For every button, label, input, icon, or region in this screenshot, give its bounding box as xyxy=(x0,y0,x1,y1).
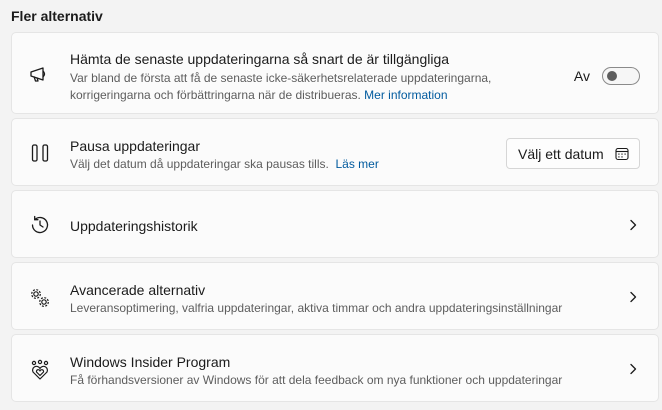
toggle-state-label: Av xyxy=(573,68,590,84)
chevron-right-icon xyxy=(630,291,637,303)
chevron-right-icon xyxy=(630,363,637,375)
windows-insider-card[interactable]: Windows Insider Program Få förhandsversi… xyxy=(11,334,659,402)
update-history-title: Uppdateringshistorik xyxy=(70,218,198,234)
pause-updates-title: Pausa uppdateringar xyxy=(70,138,200,154)
more-info-link[interactable]: Mer information xyxy=(364,88,447,102)
read-more-link[interactable]: Läs mer xyxy=(336,157,379,171)
choose-date-button[interactable]: Välj ett datum xyxy=(506,138,640,169)
advanced-options-title: Avancerade alternativ xyxy=(70,282,206,298)
latest-updates-desc: Var bland de första att få de senaste ic… xyxy=(70,70,528,104)
latest-updates-toggle[interactable] xyxy=(602,67,640,85)
latest-updates-title: Hämta de senaste uppdateringarna så snar… xyxy=(70,51,450,67)
section-title: Fler alternativ xyxy=(11,8,103,24)
pause-icon xyxy=(28,141,52,165)
latest-updates-text: Hämta de senaste uppdateringarna så snar… xyxy=(70,50,528,104)
advanced-options-text: Avancerade alternativ Leveransoptimering… xyxy=(70,281,618,317)
windows-insider-text: Windows Insider Program Få förhandsversi… xyxy=(70,353,618,389)
megaphone-icon xyxy=(28,63,52,87)
chevron-right-icon xyxy=(630,219,637,231)
pause-updates-card: Pausa uppdateringar Välj det datum då up… xyxy=(11,118,659,186)
choose-date-label: Välj ett datum xyxy=(518,145,604,162)
windows-insider-title: Windows Insider Program xyxy=(70,354,231,370)
calendar-icon xyxy=(615,147,629,160)
advanced-options-desc: Leveransoptimering, valfria uppdateringa… xyxy=(70,301,563,315)
latest-updates-card: Hämta de senaste uppdateringarna så snar… xyxy=(11,32,659,114)
update-history-text: Uppdateringshistorik xyxy=(70,217,478,235)
advanced-options-card[interactable]: Avancerade alternativ Leveransoptimering… xyxy=(11,262,659,330)
windows-insider-desc: Få förhandsversioner av Windows för att … xyxy=(70,373,563,387)
gears-icon xyxy=(28,286,52,310)
latest-updates-toggle-wrap: Av xyxy=(574,67,640,85)
pause-updates-text: Pausa uppdateringar Välj det datum då up… xyxy=(70,137,478,173)
insider-hearts-icon xyxy=(28,358,52,382)
history-icon xyxy=(28,213,52,237)
update-history-card[interactable]: Uppdateringshistorik xyxy=(11,190,659,258)
toggle-knob xyxy=(607,71,617,81)
pause-updates-desc-text: Välj det datum då uppdateringar ska paus… xyxy=(70,157,329,171)
pause-updates-desc: Välj det datum då uppdateringar ska paus… xyxy=(70,156,478,173)
